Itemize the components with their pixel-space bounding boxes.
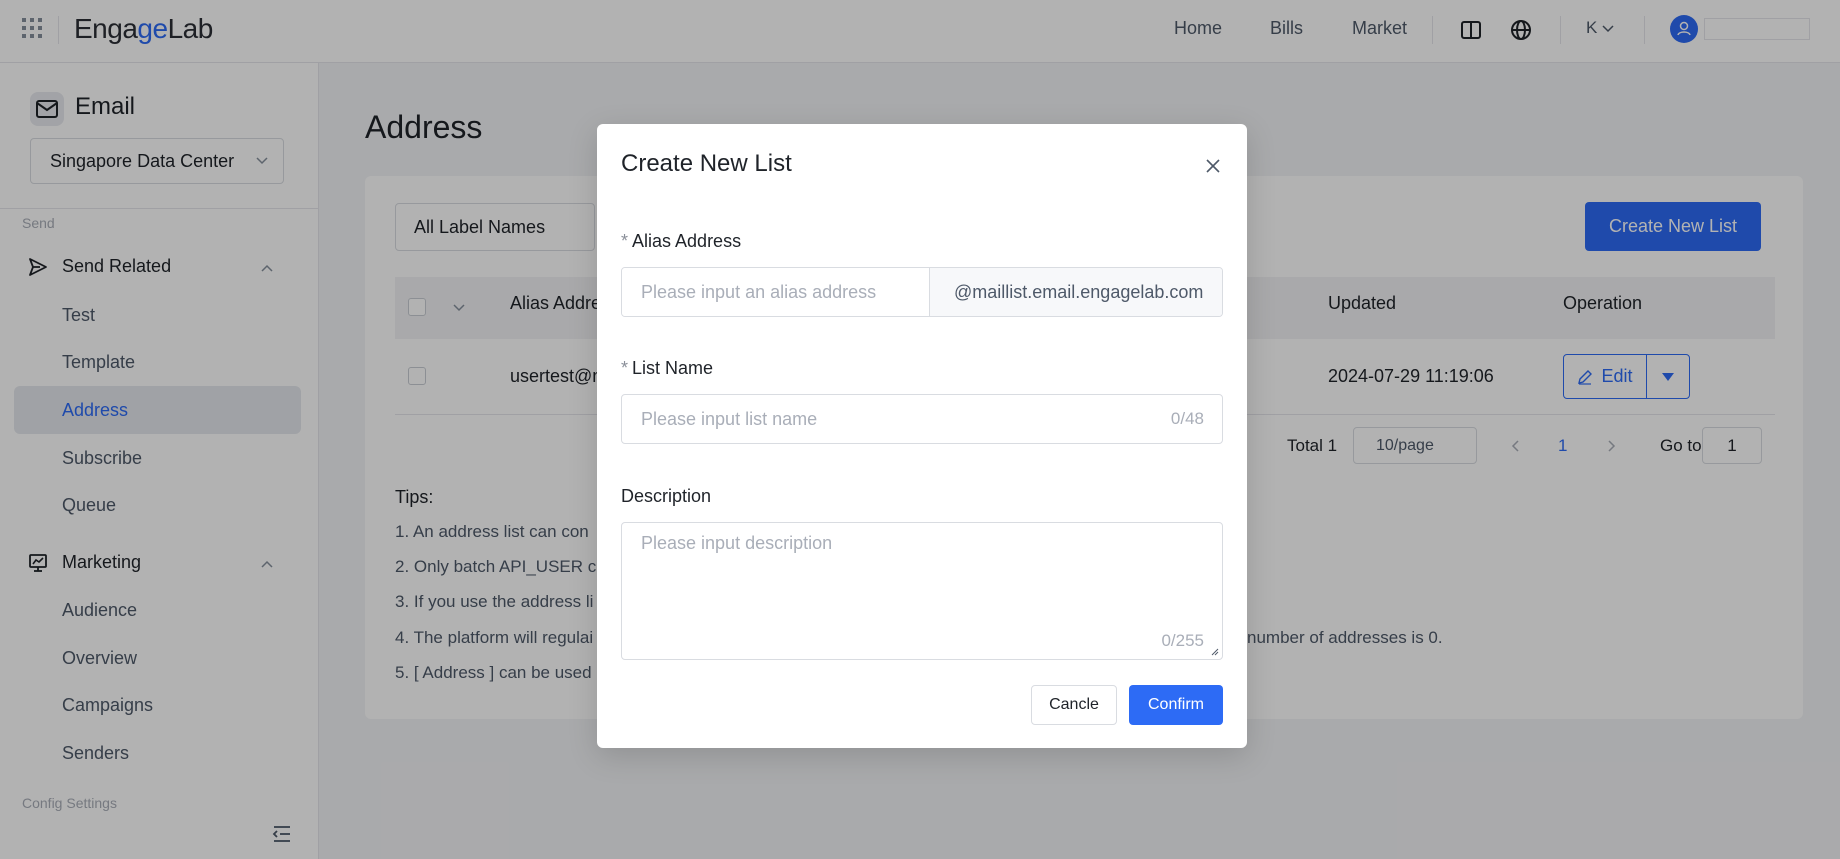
alias-domain-suffix: @maillist.email.engagelab.com bbox=[929, 268, 1222, 316]
list-name-field: 0/48 bbox=[621, 394, 1223, 444]
close-icon[interactable] bbox=[1203, 156, 1223, 176]
list-name-counter: 0/48 bbox=[1170, 409, 1204, 428]
alias-address-input[interactable] bbox=[622, 268, 929, 316]
alias-address-label: * Alias Address bbox=[621, 231, 742, 251]
confirm-button[interactable]: Confirm bbox=[1129, 685, 1223, 725]
description-counter: 0/255 bbox=[1161, 631, 1204, 650]
description-field: 0/255 bbox=[621, 522, 1223, 660]
cancel-button[interactable]: Cancle bbox=[1031, 685, 1117, 725]
resize-handle-icon[interactable] bbox=[1211, 648, 1219, 656]
description-label: Description bbox=[621, 486, 712, 506]
dialog-title: Create New List bbox=[621, 150, 792, 177]
list-name-input[interactable] bbox=[622, 395, 1142, 443]
alias-address-group: @maillist.email.engagelab.com bbox=[621, 267, 1223, 317]
create-list-dialog: Create New List *Alias Address @maillist… bbox=[597, 124, 1247, 748]
list-name-label: * List Name bbox=[621, 358, 714, 378]
description-input[interactable] bbox=[622, 523, 1222, 659]
